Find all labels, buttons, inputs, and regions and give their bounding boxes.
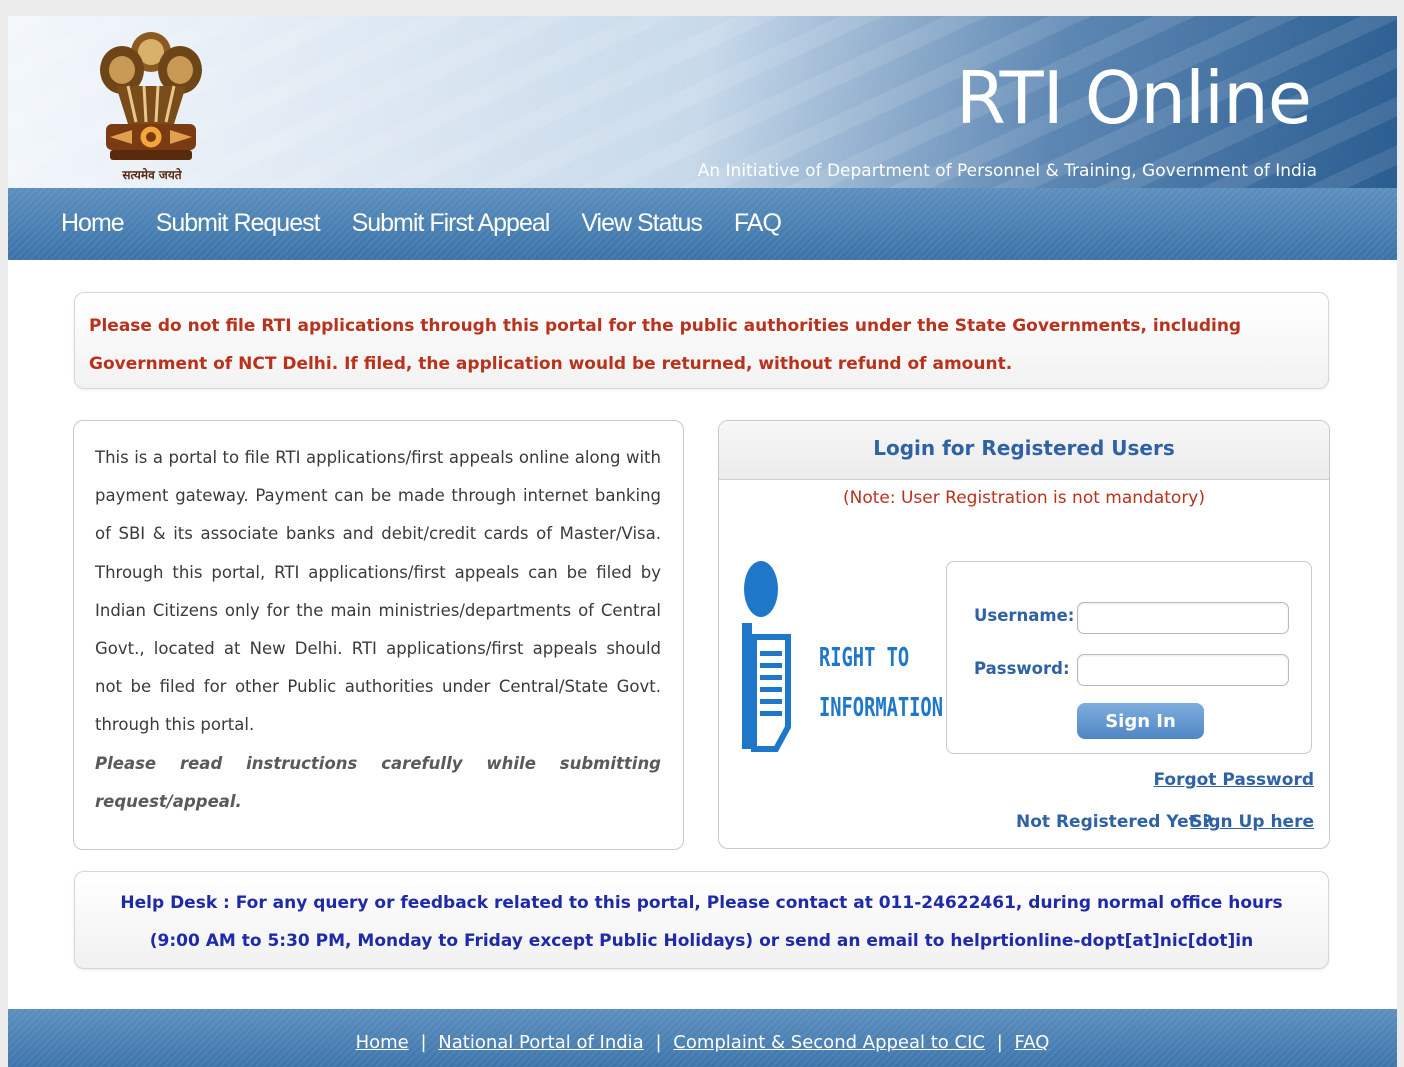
rti-logo-line2: INFORMATION (819, 693, 943, 723)
nav-submit-first-appeal[interactable]: Submit First Appeal (352, 209, 551, 238)
page-frame: सत्यमेव जयते RTI Online An Initiative of… (8, 16, 1397, 1067)
password-label: Password: (974, 659, 1070, 678)
sign-up-link[interactable]: Sign Up here (1190, 812, 1314, 832)
ashoka-emblem-icon (100, 32, 202, 160)
portal-info-box: This is a portal to file RTI application… (73, 420, 684, 850)
notice-text: Please do not file RTI applications thro… (89, 316, 1242, 374)
sign-in-button[interactable]: Sign In (1077, 703, 1204, 739)
login-panel: Login for Registered Users (Note: User R… (718, 420, 1330, 849)
footer-separator: | (420, 1032, 427, 1053)
portal-info-paragraph: This is a portal to file RTI application… (95, 448, 661, 735)
nav-faq[interactable]: FAQ (734, 209, 782, 238)
nav-items: Home Submit Request Submit First Appeal … (61, 209, 782, 238)
nav-submit-request[interactable]: Submit Request (156, 209, 321, 238)
footer-bar: Home | National Portal of India | Compla… (8, 1009, 1397, 1067)
username-label: Username: (974, 606, 1075, 625)
nav-home[interactable]: Home (61, 209, 125, 238)
login-form: Username: Password: Sign In (946, 561, 1312, 754)
site-title: RTI Online (955, 56, 1312, 140)
main-nav: Home Submit Request Submit First Appeal … (8, 188, 1397, 260)
help-desk-line-2: (9:00 AM to 5:30 PM, Monday to Friday ex… (149, 931, 1254, 951)
header-banner: सत्यमेव जयते RTI Online An Initiative of… (8, 16, 1397, 188)
footer-home-link[interactable]: Home (356, 1032, 409, 1053)
password-input[interactable] (1077, 654, 1289, 686)
registration-note: (Note: User Registration is not mandator… (842, 488, 1205, 508)
state-govt-notice: Please do not file RTI applications thro… (74, 292, 1329, 389)
login-panel-header: Login for Registered Users (719, 421, 1329, 480)
forgot-password-link[interactable]: Forgot Password (1153, 770, 1314, 790)
footer-separator: | (996, 1032, 1003, 1053)
rti-logo-line1: RIGHT TO (819, 643, 910, 673)
footer-cic-appeal-link[interactable]: Complaint & Second Appeal to CIC (673, 1032, 985, 1053)
right-to-information-logo: RIGHT TO INFORMATION (740, 559, 943, 759)
footer-national-portal-link[interactable]: National Portal of India (438, 1032, 643, 1053)
instructions-emphasis: Please read instructions carefully while… (95, 753, 661, 811)
username-input[interactable] (1077, 602, 1289, 634)
portal-info-text: This is a portal to file RTI application… (95, 439, 661, 821)
not-registered-label: Not Registered Yet ? (1016, 812, 1213, 832)
help-desk-line-1: Help Desk : For any query or feedback re… (120, 893, 1283, 913)
nav-view-status[interactable]: View Status (581, 209, 703, 238)
site-subtitle: An Initiative of Department of Personnel… (697, 161, 1317, 181)
footer-links: Home | National Portal of India | Compla… (8, 1032, 1397, 1053)
right-to-information-icon (742, 561, 791, 752)
emblem-motto: सत्यमेव जयते (122, 168, 182, 182)
footer-separator: | (655, 1032, 662, 1053)
login-title: Login for Registered Users (873, 436, 1175, 460)
footer-faq-link[interactable]: FAQ (1015, 1032, 1050, 1053)
help-desk-box: Help Desk : For any query or feedback re… (74, 871, 1329, 969)
